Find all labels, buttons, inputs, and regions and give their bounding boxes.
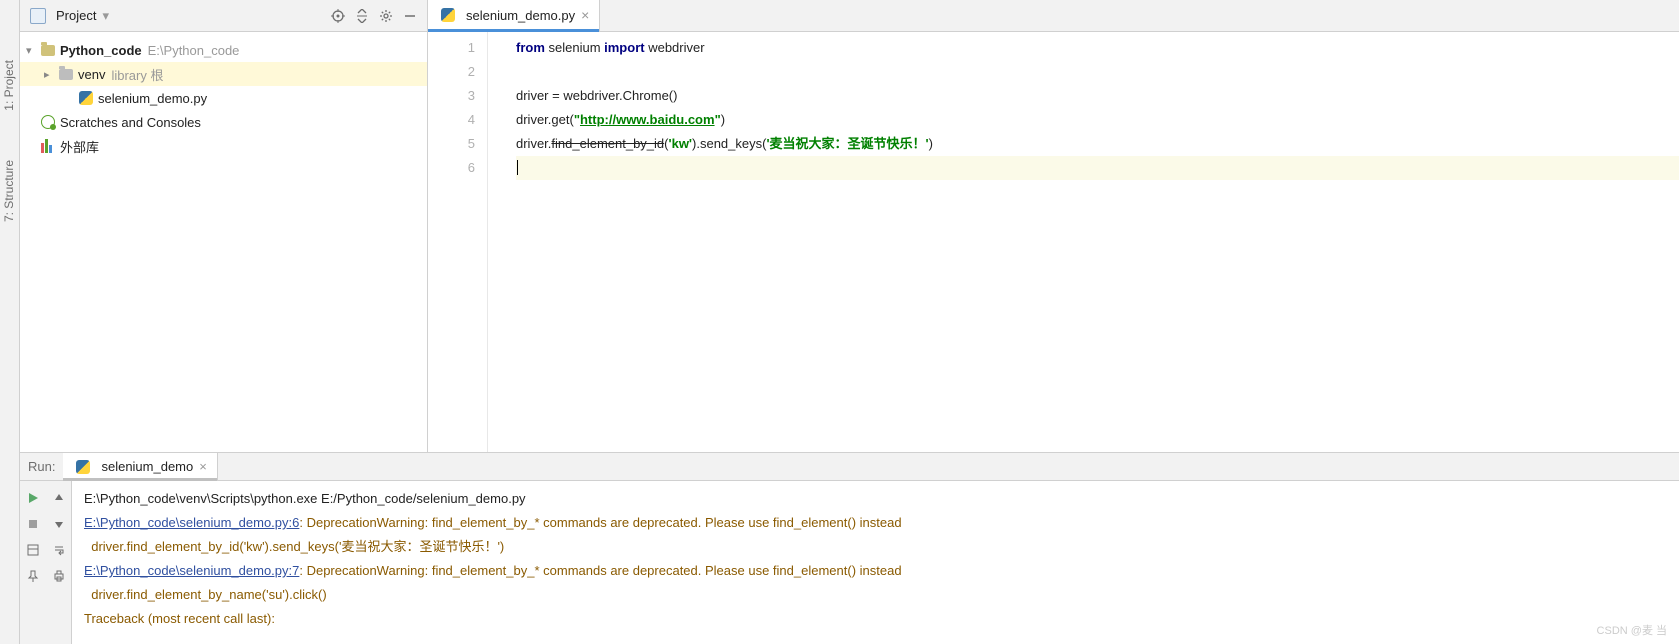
python-file-node[interactable]: selenium_demo.py [20,86,427,110]
print-icon[interactable] [46,563,72,589]
console-line: E:\Python_code\selenium_demo.py:7: Depre… [84,559,1667,583]
scroll-to-top-icon[interactable] [46,485,72,511]
python-file-icon [78,90,94,106]
venv-node[interactable]: ▸ venv library 根 [20,62,427,86]
expand-arrow-icon[interactable]: ▸ [44,68,56,81]
project-view-dropdown-icon[interactable]: ▾ [102,8,109,24]
project-view-icon [30,8,46,24]
editor-caret [517,160,522,175]
run-label: Run: [20,459,63,474]
layout-icon[interactable] [20,537,46,563]
rerun-icon[interactable] [20,485,46,511]
external-libs-icon [40,138,56,154]
console-line: driver.find_element_by_id('kw').send_key… [84,535,1667,559]
tab-label: selenium_demo.py [466,8,575,23]
console-line: E:\Python_code\venv\Scripts\python.exe E… [84,487,1667,511]
structure-tool-tab[interactable]: 7: Structure [2,160,16,222]
scroll-to-bottom-icon[interactable] [46,511,72,537]
scratches-icon [40,114,56,130]
console-output[interactable]: E:\Python_code\venv\Scripts\python.exe E… [72,481,1679,644]
run-toolbar [20,481,72,644]
venv-hint: library 根 [111,65,163,84]
root-path: E:\Python_code [148,43,240,58]
folder-icon [58,66,74,82]
soft-wrap-icon[interactable] [46,537,72,563]
line-number-gutter: 1 2 3 4 5 6 [428,32,488,452]
folder-icon [40,42,56,58]
external-libs-label: 外部库 [60,137,99,156]
python-file-icon [440,7,456,23]
close-tab-icon[interactable]: × [581,7,589,23]
editor-body[interactable]: 1 2 3 4 5 6 from selenium import webdriv… [428,32,1679,452]
settings-icon[interactable] [377,7,395,25]
locate-icon[interactable] [329,7,347,25]
console-line: E:\Python_code\selenium_demo.py:6: Depre… [84,511,1667,535]
editor-tabs: selenium_demo.py × [428,0,1679,32]
file-link[interactable]: E:\Python_code\selenium_demo.py:7 [84,563,299,578]
root-label: Python_code [60,43,142,58]
project-panel-title: Project [56,8,96,23]
run-panel-header: Run: selenium_demo × [20,453,1679,481]
pin-icon[interactable] [20,563,46,589]
run-tab[interactable]: selenium_demo × [63,453,217,481]
project-panel-header: Project ▾ [20,0,427,32]
project-panel: Project ▾ ▾ Python_code E:\Python_code ▸… [20,0,428,452]
left-toolwindow-strip: 1: Project 7: Structure [0,0,20,644]
project-tree[interactable]: ▾ Python_code E:\Python_code ▸ venv libr… [20,32,427,452]
expand-all-icon[interactable] [353,7,371,25]
file-label: selenium_demo.py [98,91,207,106]
external-libs-node[interactable]: 外部库 [20,134,427,158]
expand-arrow-icon[interactable]: ▾ [26,44,38,57]
scratches-node[interactable]: Scratches and Consoles [20,110,427,134]
code-area[interactable]: from selenium import webdriver driver = … [488,32,1679,452]
project-root-node[interactable]: ▾ Python_code E:\Python_code [20,38,427,62]
file-link[interactable]: E:\Python_code\selenium_demo.py:6 [84,515,299,530]
editor-panel: selenium_demo.py × 1 2 3 4 5 6 from sele… [428,0,1679,452]
close-run-tab-icon[interactable]: × [199,459,207,474]
console-line: Traceback (most recent call last): [84,607,1667,631]
run-panel: Run: selenium_demo × E:\Python_code\venv… [20,452,1679,644]
scratches-label: Scratches and Consoles [60,115,201,130]
hide-panel-icon[interactable] [401,7,419,25]
watermark: CSDN @麦 当 [1597,622,1667,638]
project-tool-tab[interactable]: 1: Project [2,60,16,111]
console-line: driver.find_element_by_name('su').click(… [84,583,1667,607]
run-tab-label: selenium_demo [101,459,193,474]
python-file-icon [75,459,91,475]
editor-tab[interactable]: selenium_demo.py × [428,0,600,31]
stop-icon[interactable] [20,511,46,537]
venv-label: venv [78,67,105,82]
